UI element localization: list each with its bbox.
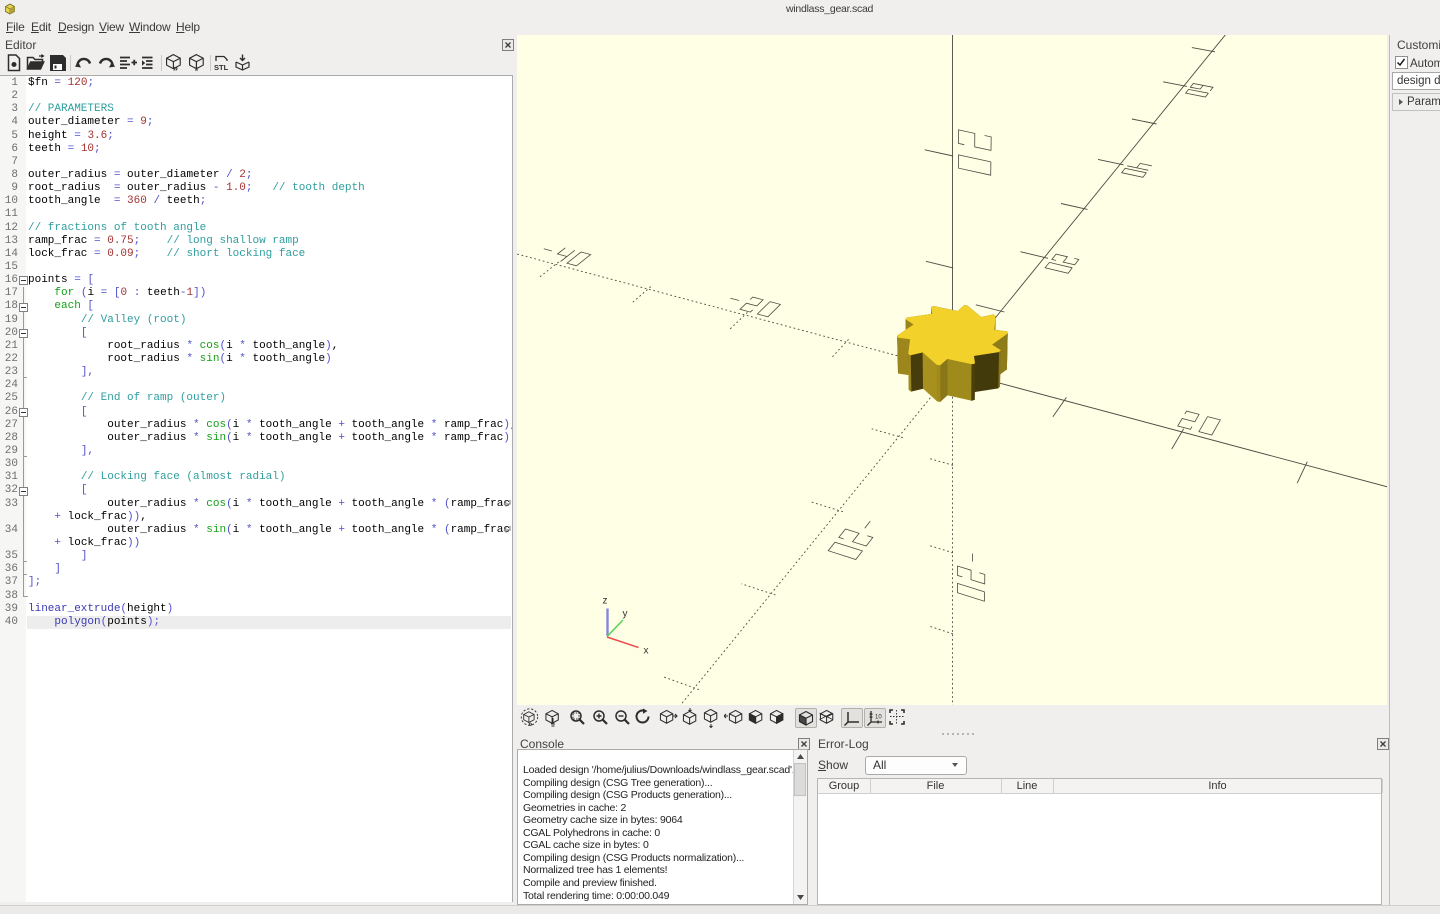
svg-text:»: » [528, 720, 533, 729]
svg-text:10: 10 [875, 715, 882, 721]
svg-text:y: y [623, 609, 628, 620]
svg-text:STL: STL [214, 63, 229, 72]
svg-text:x: x [644, 646, 649, 657]
svg-text:»: » [173, 63, 178, 73]
svg-text:z: z [603, 596, 608, 607]
